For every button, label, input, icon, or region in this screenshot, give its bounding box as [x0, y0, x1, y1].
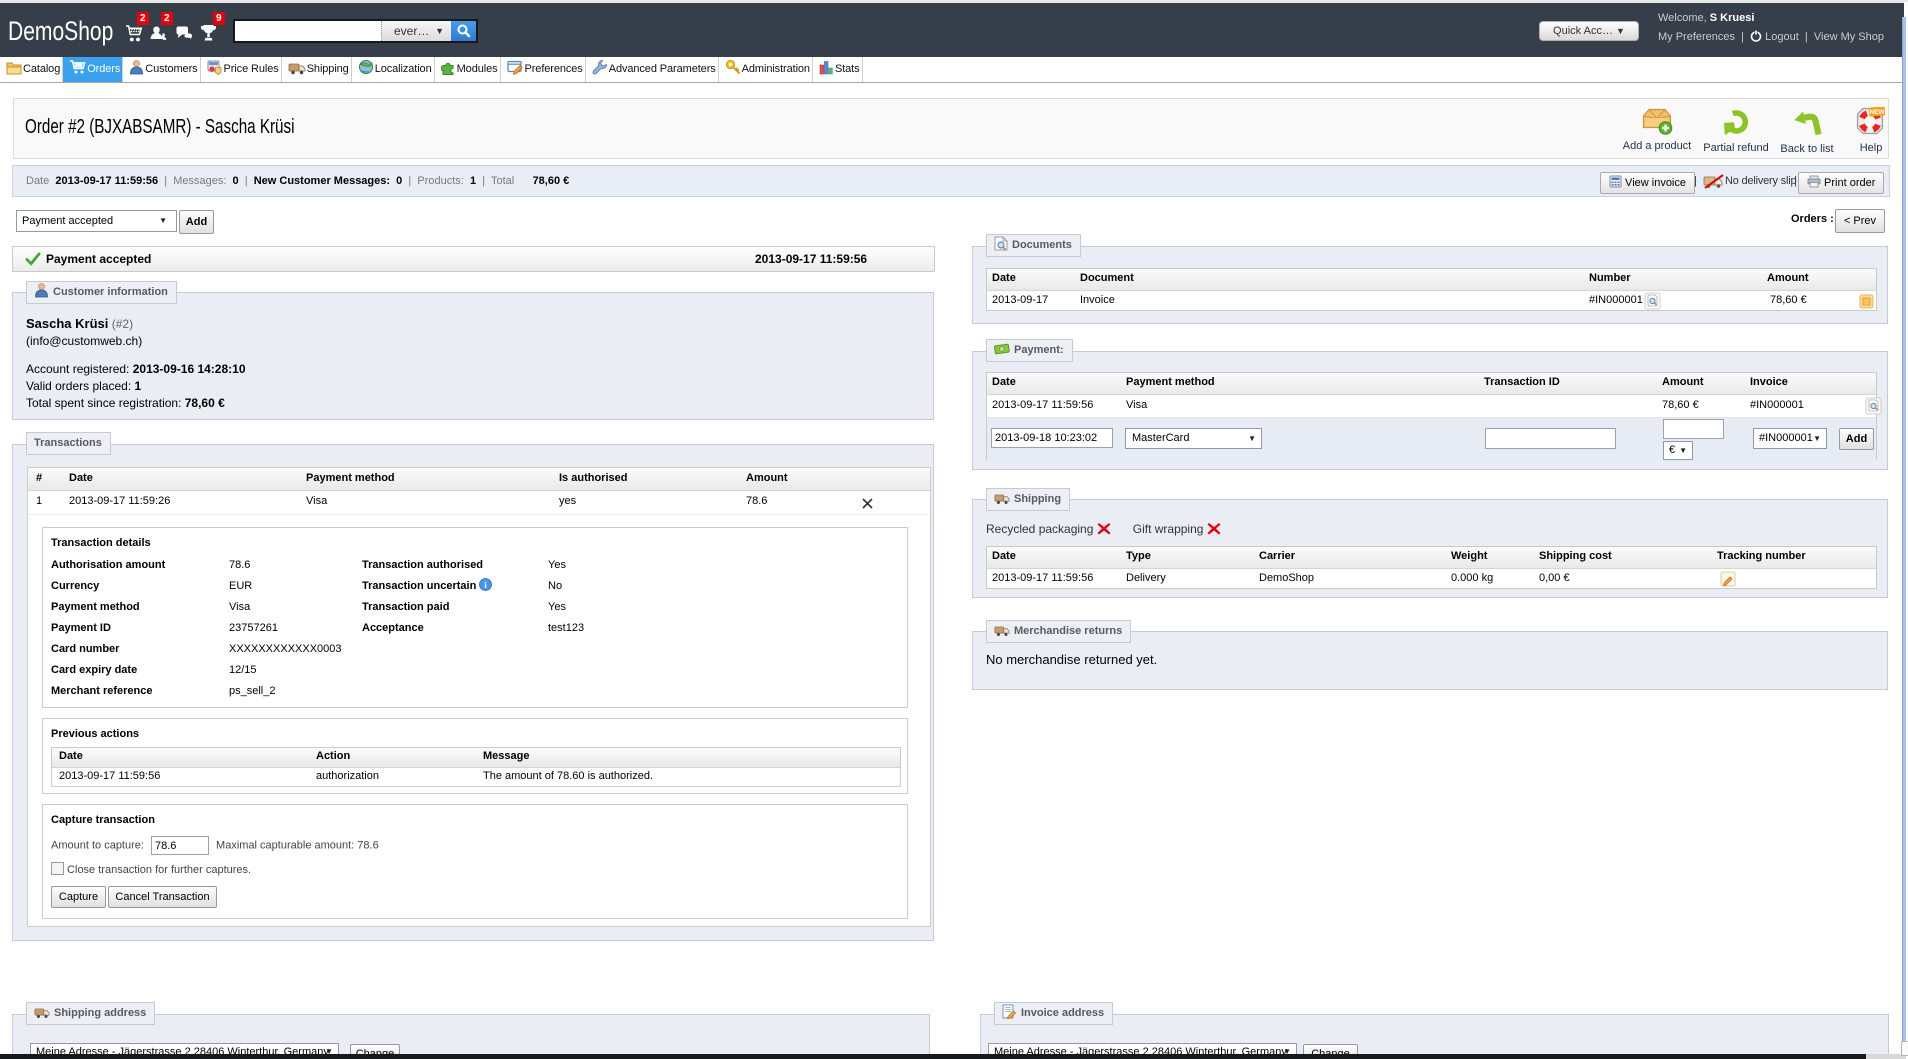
svg-text:NEW: NEW — [1869, 109, 1885, 116]
